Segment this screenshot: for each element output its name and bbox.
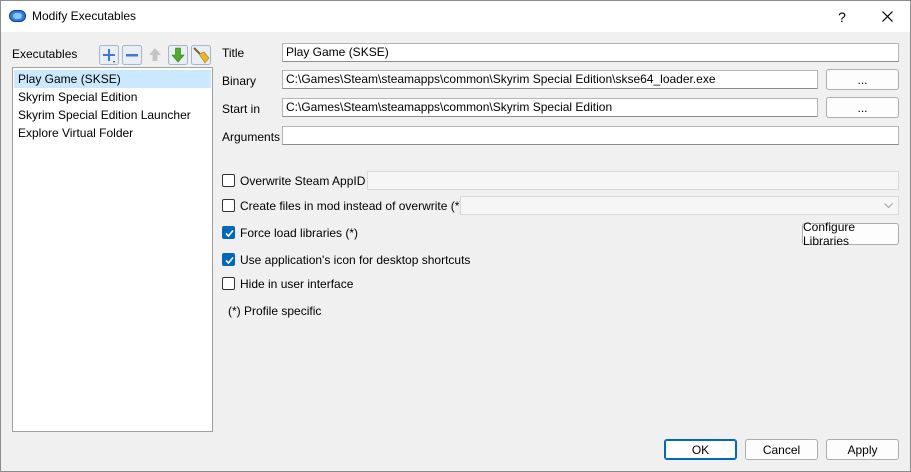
startin-browse-button[interactable]: ... <box>826 97 899 118</box>
help-button[interactable]: ? <box>819 1 865 32</box>
mod-select-dropdown[interactable] <box>460 196 899 215</box>
clean-button[interactable] <box>191 45 211 65</box>
force-load-checkbox[interactable] <box>222 226 235 239</box>
minus-icon <box>122 45 142 65</box>
use-icon-label: Use application's icon for desktop short… <box>240 253 471 267</box>
binary-browse-button[interactable]: ... <box>826 69 899 90</box>
checkmark-icon <box>225 256 234 265</box>
overwrite-appid-checkbox[interactable] <box>222 174 235 187</box>
use-icon-checkbox[interactable] <box>222 253 235 266</box>
list-item[interactable]: Skyrim Special Edition Launcher <box>14 106 211 124</box>
startin-label: Start in <box>222 102 261 116</box>
create-files-checkbox[interactable] <box>222 199 235 212</box>
executables-label: Executables <box>12 47 78 61</box>
window-title: Modify Executables <box>32 9 137 23</box>
startin-input[interactable]: C:\Games\Steam\steamapps\common\Skyrim S… <box>282 98 818 117</box>
title-input[interactable]: Play Game (SKSE) <box>282 43 899 62</box>
executables-list[interactable]: Play Game (SKSE) Skyrim Special Edition … <box>12 67 213 432</box>
add-icon <box>99 45 119 65</box>
arrow-down-icon <box>168 45 188 65</box>
title-bar: Modify Executables ? <box>1 1 910 32</box>
configure-libraries-button[interactable]: Configure Libraries <box>802 220 899 248</box>
hide-ui-checkbox[interactable] <box>222 277 235 290</box>
arguments-label: Arguments <box>222 130 281 144</box>
mod-organizer-icon <box>9 10 26 22</box>
move-down-button[interactable] <box>168 45 188 65</box>
binary-label: Binary <box>222 74 257 88</box>
profile-specific-note: (*) Profile specific <box>228 304 322 318</box>
cancel-button[interactable]: Cancel <box>745 439 818 460</box>
modify-executables-dialog: Modify Executables ? Executables Play Ga… <box>0 0 911 472</box>
list-item[interactable]: Play Game (SKSE) <box>14 70 211 88</box>
hide-ui-label: Hide in user interface <box>240 277 354 291</box>
close-icon <box>881 11 893 22</box>
arrow-up-icon <box>149 48 161 61</box>
chevron-down-icon <box>884 203 893 209</box>
list-item[interactable]: Skyrim Special Edition <box>14 88 211 106</box>
add-executable-button[interactable] <box>99 45 119 65</box>
checkmark-icon <box>225 229 234 238</box>
arguments-input[interactable] <box>282 126 899 145</box>
ok-button[interactable]: OK <box>664 439 737 460</box>
broom-icon <box>191 45 211 65</box>
create-files-label: Create files in mod instead of overwrite… <box>240 199 464 213</box>
list-item[interactable]: Explore Virtual Folder <box>14 124 211 142</box>
remove-executable-button[interactable] <box>122 45 142 65</box>
close-button[interactable] <box>864 1 910 32</box>
force-load-label: Force load libraries (*) <box>240 226 359 240</box>
binary-input[interactable]: C:\Games\Steam\steamapps\common\Skyrim S… <box>282 70 818 89</box>
steam-appid-input[interactable] <box>367 171 899 190</box>
title-label: Title <box>222 46 245 60</box>
apply-button[interactable]: Apply <box>826 439 899 460</box>
move-up-button[interactable] <box>145 45 165 65</box>
overwrite-appid-label: Overwrite Steam AppID <box>240 174 366 188</box>
